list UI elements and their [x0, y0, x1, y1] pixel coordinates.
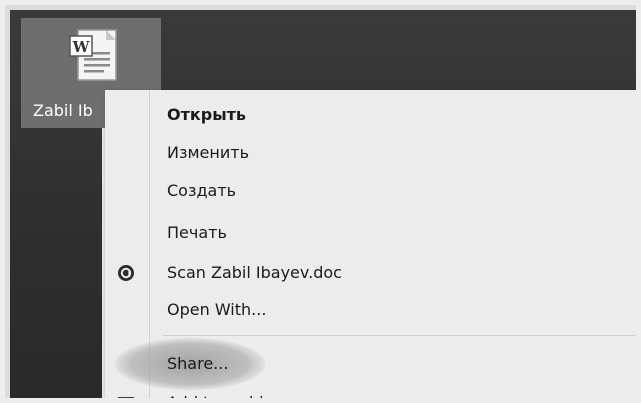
menu-item-print[interactable]: Печать [105, 217, 365, 249]
screenshot-frame: W Zabil Ib Открыть Изменить Создать Печа… [0, 0, 641, 403]
menu-item-label: Изменить [167, 143, 249, 162]
menu-item-label: Печать [167, 223, 227, 242]
menu-item-scan[interactable]: Scan Zabil Ibayev.doc [105, 257, 365, 289]
menu-item-open[interactable]: Открыть [105, 99, 365, 131]
desktop: W Zabil Ib Открыть Изменить Создать Печа… [10, 10, 636, 403]
menu-item-edit[interactable]: Изменить [105, 137, 365, 169]
file-name-label: Zabil Ib [33, 101, 93, 120]
menu-item-label: Открыть [167, 105, 247, 124]
menu-item-label: Scan Zabil Ibayev.doc [167, 263, 342, 282]
menu-item-add-to-archive[interactable]: Add to archive... [105, 387, 365, 403]
menu-item-open-with[interactable]: Open With... [105, 294, 365, 326]
menu-item-share[interactable]: Share... [105, 348, 365, 380]
context-menu: Открыть Изменить Создать Печать Scan Zab… [105, 90, 636, 403]
svg-text:W: W [72, 38, 91, 56]
menu-item-label: Add to archive... [167, 393, 299, 403]
menu-item-new[interactable]: Создать [105, 175, 365, 207]
menu-item-label: Создать [167, 181, 237, 200]
menu-separator [163, 335, 636, 336]
antivirus-scan-icon [118, 265, 134, 281]
menu-item-label: Open With... [167, 300, 267, 319]
word-document-icon: W [69, 29, 117, 81]
archive-icon [118, 397, 134, 398]
menu-item-label: Share... [167, 354, 229, 373]
